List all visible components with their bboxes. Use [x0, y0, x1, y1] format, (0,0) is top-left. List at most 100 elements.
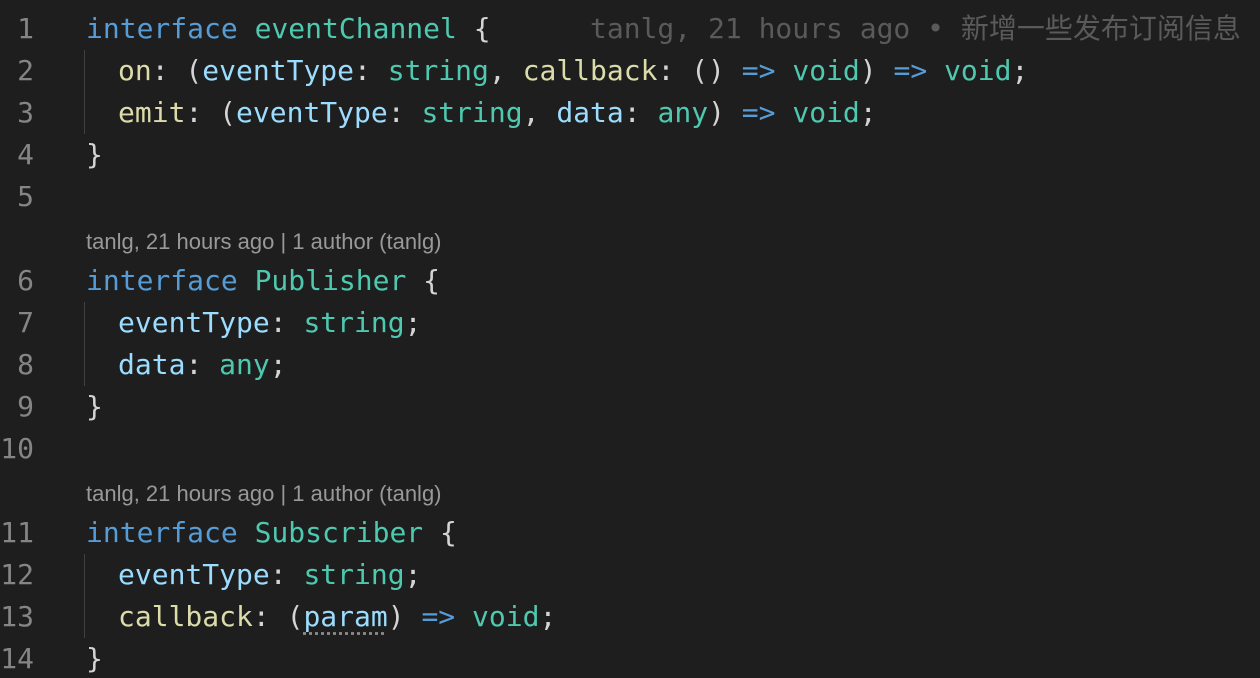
- code-token: ;: [859, 96, 877, 129]
- code-token: data: [556, 96, 624, 129]
- code-token: {: [456, 12, 491, 45]
- code-token: emit: [118, 96, 186, 129]
- line-number: 8: [17, 348, 34, 381]
- line-code: callback: (param) => void;: [86, 596, 556, 638]
- code-token: any: [219, 348, 270, 381]
- code-line[interactable]: 6 interface Publisher {: [0, 260, 1260, 302]
- code-line[interactable]: 13 callback: (param) => void;: [0, 596, 1260, 638]
- code-token: : (: [185, 96, 237, 129]
- code-token: :: [185, 348, 220, 381]
- line-number: 9: [17, 390, 34, 423]
- code-token: :: [269, 558, 304, 591]
- code-token: eventType: [236, 96, 388, 129]
- line-number: 12: [0, 558, 34, 591]
- code-token: {: [423, 516, 457, 549]
- code-token: void: [944, 54, 1012, 87]
- line-code: on: (eventType: string, callback: () => …: [86, 50, 1028, 92]
- line-code: }: [86, 638, 103, 678]
- code-token: callback: [118, 600, 253, 633]
- code-token: ): [708, 96, 742, 129]
- code-token: ;: [269, 348, 287, 381]
- code-token: {: [406, 264, 441, 297]
- code-token: :: [387, 96, 422, 129]
- code-token: eventChannel: [254, 12, 457, 45]
- codelens-subscriber[interactable]: tanlg, 21 hours ago | 1 author (tanlg): [86, 479, 442, 509]
- code-token: :: [354, 54, 388, 87]
- code-token: string: [387, 54, 489, 87]
- code-token: void: [472, 600, 540, 633]
- code-token: }: [86, 642, 103, 675]
- code-token: interface: [86, 12, 238, 45]
- line-code: interface Publisher {: [86, 260, 440, 302]
- code-token: on: [118, 54, 152, 87]
- code-line[interactable]: 10: [0, 428, 1260, 470]
- line-number: 2: [17, 54, 34, 87]
- line-number: 6: [17, 264, 34, 297]
- code-line[interactable]: 5: [0, 176, 1260, 218]
- code-token: =>: [421, 600, 456, 633]
- code-line[interactable]: 7 eventType: string;: [0, 302, 1260, 344]
- code-token: :: [269, 306, 304, 339]
- line-code: emit: (eventType: string, data: any) => …: [86, 92, 877, 134]
- code-line[interactable]: 9}: [0, 386, 1260, 428]
- line-number: 1: [17, 12, 34, 45]
- code-token: ,: [522, 96, 557, 129]
- code-token: ;: [539, 600, 557, 633]
- code-token: : (: [151, 54, 203, 87]
- code-token: }: [86, 138, 103, 171]
- code-token: : (): [657, 54, 742, 87]
- code-token: data: [118, 348, 186, 381]
- code-line[interactable]: 11 interface Subscriber {: [0, 512, 1260, 554]
- code-token: :: [623, 96, 658, 129]
- line-code: interface Subscriber {: [86, 512, 457, 554]
- code-token: string: [421, 96, 523, 129]
- code-token: =>: [741, 96, 776, 129]
- code-editor[interactable]: 1 interface eventChannel { tanlg, 21 hours…: [0, 0, 1260, 678]
- code-line[interactable]: 12 eventType: string;: [0, 554, 1260, 596]
- code-token: interface: [86, 516, 238, 549]
- code-line[interactable]: 8 data: any;: [0, 344, 1260, 386]
- code-token: Subscriber: [254, 516, 424, 549]
- line-number: 7: [17, 306, 34, 339]
- code-line[interactable]: 2 on: (eventType: string, callback: () =>…: [0, 50, 1260, 92]
- code-token: =>: [893, 54, 928, 87]
- line-number: 4: [17, 138, 34, 171]
- line-code: eventType: string;: [86, 302, 421, 344]
- line-number: 14: [0, 642, 34, 675]
- code-token-warning: param: [303, 600, 388, 633]
- line-code: eventType: string;: [86, 554, 421, 596]
- code-token: }: [86, 390, 103, 423]
- codelens-publisher[interactable]: tanlg, 21 hours ago | 1 author (tanlg): [86, 227, 442, 257]
- code-line[interactable]: 14}: [0, 638, 1260, 678]
- line-number: 5: [17, 180, 34, 213]
- code-token: ): [387, 600, 422, 633]
- code-token: ;: [404, 306, 422, 339]
- code-line[interactable]: 3 emit: (eventType: string, data: any) =>…: [0, 92, 1260, 134]
- code-token: : (: [252, 600, 304, 633]
- line-number: 3: [17, 96, 34, 129]
- code-token: =>: [741, 54, 776, 87]
- line-number: 13: [0, 600, 34, 633]
- line-code: interface eventChannel {: [86, 8, 491, 50]
- code-token: string: [303, 306, 405, 339]
- git-blame-annotation: tanlg, 21 hours ago • 新增一些发布订阅信息: [590, 12, 1241, 45]
- code-line[interactable]: 1 interface eventChannel { tanlg, 21 hours…: [0, 8, 1260, 50]
- line-number: 11: [0, 516, 34, 549]
- line-number: 10: [0, 432, 34, 465]
- code-token: ;: [1011, 54, 1029, 87]
- code-token: ): [859, 54, 894, 87]
- code-token: callback: [522, 54, 658, 87]
- code-token: ,: [488, 54, 523, 87]
- line-code: data: any;: [86, 344, 287, 386]
- code-token: eventType: [202, 54, 355, 87]
- code-token: eventType: [118, 558, 270, 591]
- code-token: string: [303, 558, 405, 591]
- code-token: void: [792, 96, 860, 129]
- code-line[interactable]: 4}: [0, 134, 1260, 176]
